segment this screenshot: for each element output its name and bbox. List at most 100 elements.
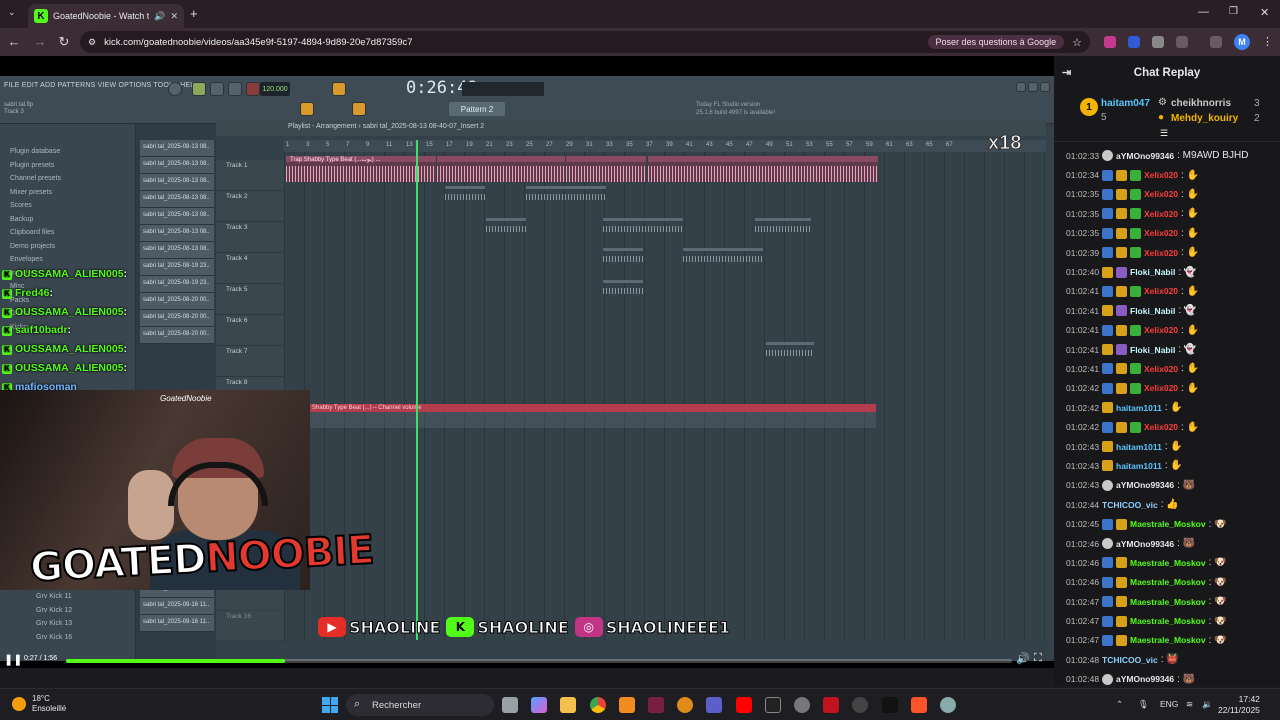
app-icon[interactable]: [823, 697, 839, 713]
wifi-icon[interactable]: ≋: [1186, 699, 1193, 710]
tab-goatednoobie[interactable]: K GoatedNoobie - Watch the 🔊 ✕: [28, 4, 184, 28]
app-icon[interactable]: [648, 697, 664, 713]
chat-username[interactable]: Maestrale_Moskov: [1130, 519, 1206, 529]
reading-list-icon[interactable]: [1210, 36, 1222, 48]
chat-username[interactable]: Floki_Nabil: [1130, 306, 1175, 316]
leader-name[interactable]: Mehdy_kouiry: [1171, 113, 1238, 124]
app-icon[interactable]: [677, 697, 693, 713]
chat-username[interactable]: Xelix020: [1144, 286, 1178, 296]
chat-username[interactable]: haitam1011: [1116, 461, 1162, 471]
teams-icon[interactable]: [706, 697, 722, 713]
chat-username[interactable]: haitam1011: [1116, 442, 1162, 452]
bookmark-star-icon[interactable]: ☆: [1072, 36, 1082, 49]
close-window-button[interactable]: ✕: [1260, 6, 1269, 19]
xm-app-icon[interactable]: [882, 697, 898, 713]
pause-button[interactable]: ❚❚: [4, 653, 22, 666]
chat-username[interactable]: Maestrale_Moskov: [1130, 635, 1206, 645]
chat-username[interactable]: Floki_Nabil: [1130, 345, 1175, 355]
user-badge-icon: [1116, 344, 1127, 356]
chat-username[interactable]: aYMOno99346: [1116, 674, 1174, 684]
app-icon[interactable]: [852, 697, 868, 713]
chat-username[interactable]: Xelix020: [1144, 228, 1178, 238]
youtube-icon[interactable]: [736, 697, 752, 713]
close-tab-icon[interactable]: ✕: [170, 11, 178, 22]
extension-icon[interactable]: [1104, 36, 1116, 48]
chat-username[interactable]: Maestrale_Moskov: [1130, 558, 1206, 568]
task-view-icon[interactable]: [502, 697, 518, 713]
chrome-icon[interactable]: [590, 697, 606, 713]
chat-username[interactable]: Xelix020: [1144, 209, 1178, 219]
profile-avatar[interactable]: M: [1234, 34, 1250, 50]
chat-username[interactable]: TCHICOO_vic: [1102, 500, 1158, 510]
user-badge-icon: [1116, 208, 1127, 220]
user-badge-icon: [1116, 596, 1127, 608]
expand-leaderboard-icon[interactable]: ☰: [1160, 128, 1168, 139]
fn-app-icon[interactable]: [765, 697, 781, 713]
start-button[interactable]: [322, 697, 338, 713]
extension-icon[interactable]: [1128, 36, 1140, 48]
weather-widget[interactable]: 18°C Ensoleillé: [12, 694, 66, 714]
chat-username[interactable]: Maestrale_Moskov: [1130, 577, 1206, 587]
chat-text: : ✋: [1164, 402, 1183, 414]
chat-username[interactable]: TCHICOO_vic: [1102, 655, 1158, 665]
chat-username[interactable]: Maestrale_Moskov: [1130, 597, 1206, 607]
user-badge-icon: [1102, 615, 1113, 627]
extensions-puzzle-icon[interactable]: [1176, 36, 1188, 48]
url-field[interactable]: ⚙ kick.com/goatednoobie/videos/aa345e9f-…: [80, 31, 1090, 53]
minimize-button[interactable]: —: [1198, 6, 1209, 18]
app-icon[interactable]: [619, 697, 635, 713]
chat-username[interactable]: Xelix020: [1144, 189, 1178, 199]
volume-icon[interactable]: 🔊: [1016, 652, 1030, 665]
leader-name[interactable]: cheikhnorris: [1171, 98, 1231, 109]
language-indicator[interactable]: ENG: [1160, 699, 1178, 709]
chat-username[interactable]: Xelix020: [1144, 325, 1178, 335]
extension-icon[interactable]: [1152, 36, 1164, 48]
chat-username[interactable]: aYMOno99346: [1116, 151, 1174, 161]
browser-item: Channel presets: [10, 175, 61, 182]
track-header: Track 1: [216, 160, 284, 191]
menu-kebab-icon[interactable]: ⋮: [1262, 35, 1273, 48]
fullscreen-icon[interactable]: ⛶: [1034, 652, 1042, 665]
ask-google-chip[interactable]: Poser des questions à Google: [927, 35, 1065, 49]
restore-button[interactable]: ❐: [1229, 6, 1238, 17]
user-badge-icon: [1102, 285, 1113, 297]
speaker-icon[interactable]: 🔊: [154, 11, 165, 22]
reload-button[interactable]: ↻: [56, 34, 72, 50]
player-controls: ❚❚ 0:27 / 1:56 🔊 ⛶: [0, 646, 1054, 668]
taskbar-clock[interactable]: 17:42 22/11/2025: [1218, 694, 1260, 716]
chat-username[interactable]: Maestrale_Moskov: [1130, 616, 1206, 626]
chat-username[interactable]: Floki_Nabil: [1130, 267, 1175, 277]
site-info-icon[interactable]: ⚙: [88, 37, 96, 48]
brave-icon[interactable]: [911, 697, 927, 713]
chat-timestamp: 01:02:46: [1066, 557, 1100, 568]
chat-replay-panel: ⇥ Chat Replay 1 haitam047 5 ⚙ cheikhnorr…: [1054, 56, 1280, 686]
chat-username[interactable]: aYMOno99346: [1116, 539, 1174, 549]
tray-chevron-icon[interactable]: ⌃: [1116, 699, 1123, 710]
video-player[interactable]: FILE EDIT ADD PATTERNS VIEW OPTIONS TOOL…: [0, 56, 1054, 668]
chat-username[interactable]: Xelix020: [1144, 364, 1178, 374]
back-button[interactable]: ←: [6, 34, 22, 49]
copilot-icon[interactable]: [531, 697, 547, 713]
tab-list-icon[interactable]: ⌄: [8, 7, 16, 18]
taskbar-search[interactable]: ⌕ Rechercher: [346, 694, 494, 716]
overlay-username: OUSSAMA_ALIEN005: [15, 343, 124, 356]
progress-bar[interactable]: [66, 659, 1012, 663]
chat-timestamp: 01:02:42: [1066, 422, 1100, 433]
collapse-chat-icon[interactable]: ⇥: [1062, 66, 1071, 79]
chat-username[interactable]: Xelix020: [1144, 422, 1178, 432]
chat-username[interactable]: haitam1011: [1116, 403, 1162, 413]
ruler-tick-label: 57: [846, 142, 853, 148]
new-tab-button[interactable]: +: [190, 6, 198, 21]
app-icon[interactable]: [794, 697, 810, 713]
leader-name[interactable]: haitam047: [1101, 98, 1150, 109]
chat-username[interactable]: aYMOno99346: [1116, 480, 1174, 490]
chat-username[interactable]: Xelix020: [1144, 170, 1178, 180]
file-explorer-icon[interactable]: [560, 697, 576, 713]
chat-username[interactable]: Xelix020: [1144, 248, 1178, 258]
user-badge-icon: [1102, 576, 1113, 588]
mic-icon[interactable]: 🎙: [1138, 699, 1149, 710]
forward-button[interactable]: →: [32, 34, 48, 49]
chat-username[interactable]: Xelix020: [1144, 383, 1178, 393]
volume-tray-icon[interactable]: 🔉: [1202, 699, 1213, 710]
settings-icon[interactable]: [940, 697, 956, 713]
